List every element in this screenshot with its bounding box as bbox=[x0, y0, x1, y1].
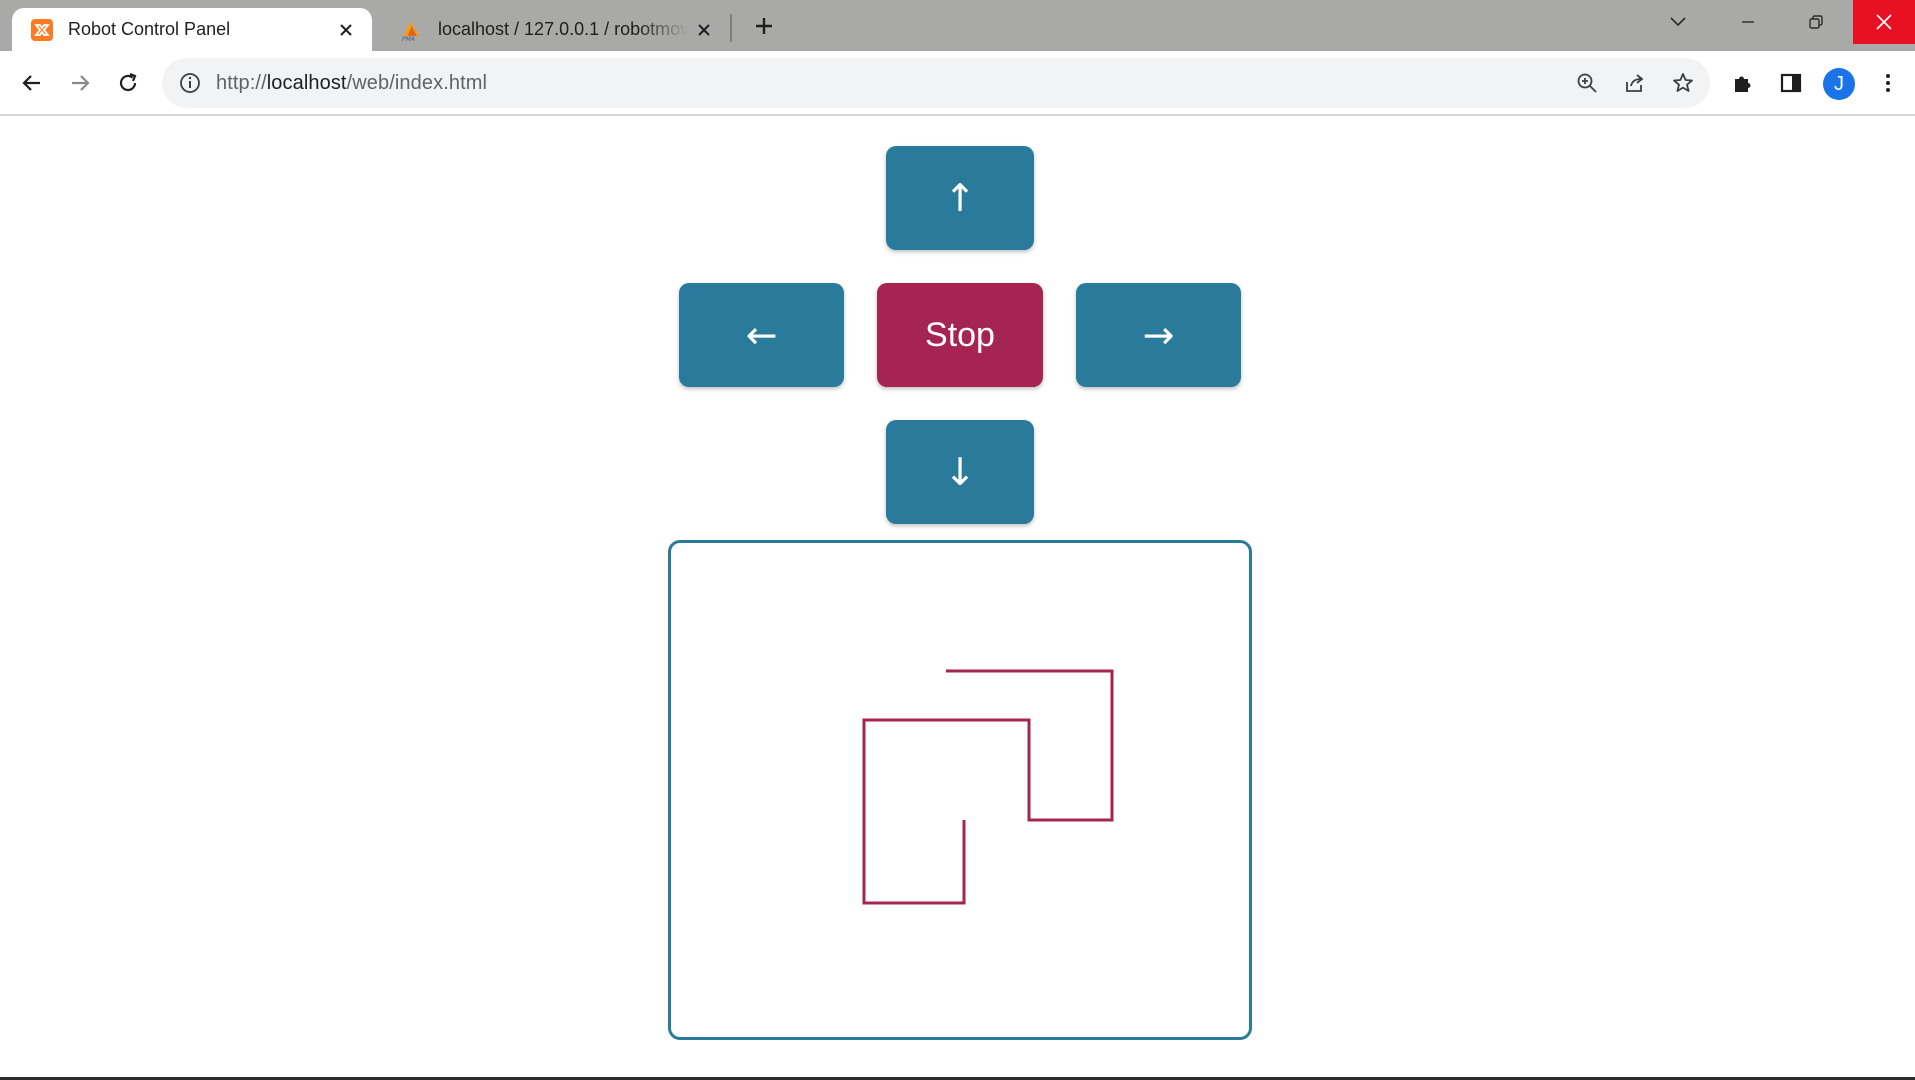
tab-title: localhost / 127.0.0.1 / robotmove bbox=[438, 19, 688, 39]
svg-text:PMA: PMA bbox=[402, 36, 415, 42]
browser-toolbar: http://localhost/web/index.html J bbox=[0, 51, 1915, 116]
back-button[interactable] bbox=[14, 65, 50, 101]
restore-icon bbox=[1809, 15, 1823, 29]
zoom-icon[interactable] bbox=[1574, 70, 1600, 96]
tab-strip: Robot Control Panel PMA localhost / 127.… bbox=[0, 0, 1915, 51]
plus-icon bbox=[756, 18, 772, 34]
move-down-button[interactable]: ↓ bbox=[886, 420, 1034, 524]
puzzle-icon bbox=[1735, 76, 1751, 92]
minimize-button[interactable] bbox=[1720, 0, 1776, 44]
info-icon[interactable] bbox=[178, 71, 202, 95]
url-text[interactable]: http://localhost/web/index.html bbox=[216, 72, 487, 95]
stop-button[interactable]: Stop bbox=[877, 283, 1043, 387]
side-panel-icon bbox=[1780, 73, 1802, 93]
tab-search-button[interactable] bbox=[1650, 0, 1706, 44]
path-drawing bbox=[862, 669, 1114, 905]
close-icon bbox=[1876, 14, 1892, 30]
phpmyadmin-icon: PMA bbox=[402, 21, 420, 42]
share-icon[interactable] bbox=[1622, 70, 1648, 96]
move-up-button[interactable]: ↑ bbox=[886, 146, 1034, 250]
reload-button[interactable] bbox=[110, 65, 146, 101]
move-right-button[interactable]: → bbox=[1076, 283, 1241, 387]
robot-path-line bbox=[862, 669, 1114, 905]
reload-icon bbox=[119, 72, 137, 92]
restore-button[interactable] bbox=[1788, 0, 1844, 44]
xampp-icon bbox=[31, 18, 53, 41]
tab-separator bbox=[730, 14, 732, 42]
side-panel-button[interactable] bbox=[1773, 65, 1809, 101]
close-window-button[interactable] bbox=[1853, 0, 1915, 44]
tab-robot-control-panel[interactable]: Robot Control Panel bbox=[12, 8, 372, 51]
new-tab-button[interactable] bbox=[748, 10, 780, 42]
minimize-icon bbox=[1742, 21, 1754, 23]
close-tab-icon[interactable] bbox=[330, 14, 362, 46]
more-vertical-icon bbox=[1886, 74, 1890, 92]
close-tab-icon[interactable] bbox=[688, 14, 720, 46]
tab-phpmyadmin[interactable]: PMA localhost / 127.0.0.1 / robotmove bbox=[382, 8, 730, 51]
robot-path-canvas bbox=[668, 540, 1252, 1040]
forward-button[interactable] bbox=[62, 65, 98, 101]
profile-avatar[interactable]: J bbox=[1823, 68, 1855, 100]
move-left-button[interactable]: ← bbox=[679, 283, 844, 387]
browser-menu-button[interactable] bbox=[1870, 65, 1906, 101]
extensions-button[interactable] bbox=[1725, 65, 1761, 101]
arrow-right-icon bbox=[72, 75, 90, 91]
tab-title: Robot Control Panel bbox=[68, 19, 231, 39]
chevron-down-icon bbox=[1670, 17, 1686, 27]
bookmark-star-icon[interactable] bbox=[1670, 70, 1696, 96]
arrow-left-icon bbox=[22, 75, 40, 91]
address-bar[interactable]: http://localhost/web/index.html bbox=[162, 58, 1710, 108]
